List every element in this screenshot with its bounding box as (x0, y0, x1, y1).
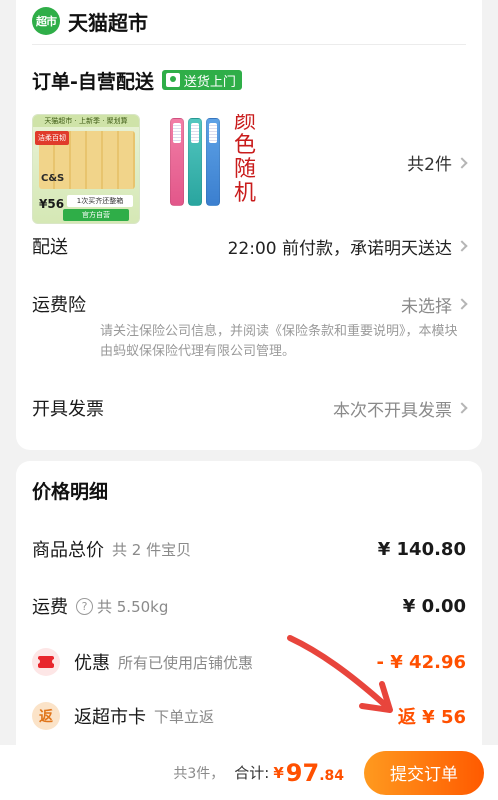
product-count[interactable]: 共2件 (407, 150, 468, 175)
insurance-note: 请关注保险公司信息，并阅读《保险条款和重要说明》，本模块由蚂蚁保保险代理有限公司… (100, 324, 458, 359)
discount-value: - ¥ 42.96 (376, 651, 466, 673)
submit-order-button[interactable]: 提交订单 (364, 750, 484, 795)
chevron-right-icon (456, 402, 468, 414)
goods-total-label: 商品总价 (32, 540, 104, 561)
toothbrush-blue (206, 118, 220, 206)
delivery-tag-label: 送货上门 (183, 74, 236, 90)
item-count: 共3件， (173, 765, 225, 782)
price-detail-card: 价格明细 商品总价 共 2 件宝贝 ¥ 140.80 运费 ? 共 5.50kg… (16, 461, 482, 791)
checkout-bar: 共3件， 合计: ¥ 97 .84 提交订单 (0, 745, 498, 800)
cashback-icon: 返 (32, 702, 60, 730)
tissue-footer: 官方自营 (63, 209, 129, 221)
shipping-fee-label: 运费 (32, 597, 68, 618)
divider (32, 44, 466, 45)
delivery-value: 22:00 前付款，承诺明天送达 (228, 234, 468, 259)
product-list[interactable]: 天猫超市 · 上新季 · 聚划算 洁柔百韧 C&S ¥56 1次买齐还整箱 官方… (32, 114, 468, 224)
chevron-right-icon (456, 298, 468, 310)
goods-total-value: ¥ 140.80 (377, 538, 466, 560)
store-name: 天猫超市 (68, 10, 148, 35)
tissue-note: 1次买齐还整箱 (67, 195, 133, 207)
shipping-fee-row: 运费 ? 共 5.50kg ¥ 0.00 (32, 591, 466, 621)
cashback-label: 返超市卡 (74, 707, 146, 728)
total-amount-int: 97 (285, 758, 320, 787)
shipping-weight: 共 5.50kg (97, 597, 169, 616)
chevron-right-icon (456, 156, 468, 169)
shipping-fee-value: ¥ 0.00 (402, 595, 466, 617)
person-icon (165, 73, 180, 87)
insurance-value: 未选择 (401, 292, 468, 317)
order-type-row: 订单-自营配送 送货上门 (32, 66, 242, 94)
insurance-label: 运费险 (32, 295, 86, 316)
delivery-row[interactable]: 配送 22:00 前付款，承诺明天送达 (32, 232, 468, 260)
invoice-label: 开具发票 (32, 399, 104, 420)
tissue-price: ¥56 (39, 197, 65, 211)
random-color-caption: 颜 色 随 机 (233, 114, 256, 206)
order-title: 订单-自营配送 (32, 70, 154, 93)
invoice-value: 本次不开具发票 (333, 396, 468, 421)
discount-label: 优惠 (74, 653, 110, 674)
total-label: 合计: (234, 764, 270, 782)
invoice-row[interactable]: 开具发票 本次不开具发票 (32, 394, 468, 422)
tissue-brand: C&S (41, 173, 65, 184)
chevron-right-icon (456, 240, 468, 252)
total-currency: ¥ (273, 763, 284, 782)
price-detail-title: 价格明细 (32, 481, 109, 503)
tissue-promo-label: 洁柔百韧 (35, 131, 69, 145)
toothbrush-pink (170, 118, 184, 206)
cashback-value: 返 ¥ 56 (397, 707, 466, 728)
help-icon[interactable]: ? (76, 597, 93, 615)
delivery-tag: 送货上门 (161, 70, 242, 90)
cashback-sub: 下单立返 (154, 707, 215, 726)
cashback-row[interactable]: 返 返超市卡 下单立返 返 ¥ 56 (32, 701, 466, 731)
goods-total-row: 商品总价 共 2 件宝贝 ¥ 140.80 (32, 534, 466, 564)
discount-sub: 所有已使用店铺优惠 (118, 653, 254, 672)
order-card: 超市 天猫超市 订单-自营配送 送货上门 天猫超市 · 上新季 · 聚划算 洁柔… (16, 0, 482, 450)
delivery-label: 配送 (32, 237, 68, 258)
total-amount-dec: .84 (319, 767, 344, 784)
product-thumb-tissue[interactable]: 天猫超市 · 上新季 · 聚划算 洁柔百韧 C&S ¥56 1次买齐还整箱 官方… (32, 114, 140, 224)
discount-row[interactable]: 优惠 所有已使用店铺优惠 - ¥ 42.96 (32, 647, 466, 677)
tissue-top-label: 天猫超市 · 上新季 · 聚划算 (33, 115, 139, 127)
toothbrush-teal (188, 118, 202, 206)
shipping-insurance-row[interactable]: 运费险 未选择 (32, 290, 468, 318)
product-thumb-toothbrush[interactable]: 颜 色 随 机 (168, 114, 276, 224)
coupon-icon (32, 648, 60, 676)
store-header[interactable]: 超市 天猫超市 (32, 6, 148, 36)
store-logo-icon: 超市 (32, 7, 60, 35)
goods-total-sub: 共 2 件宝贝 (112, 540, 192, 559)
